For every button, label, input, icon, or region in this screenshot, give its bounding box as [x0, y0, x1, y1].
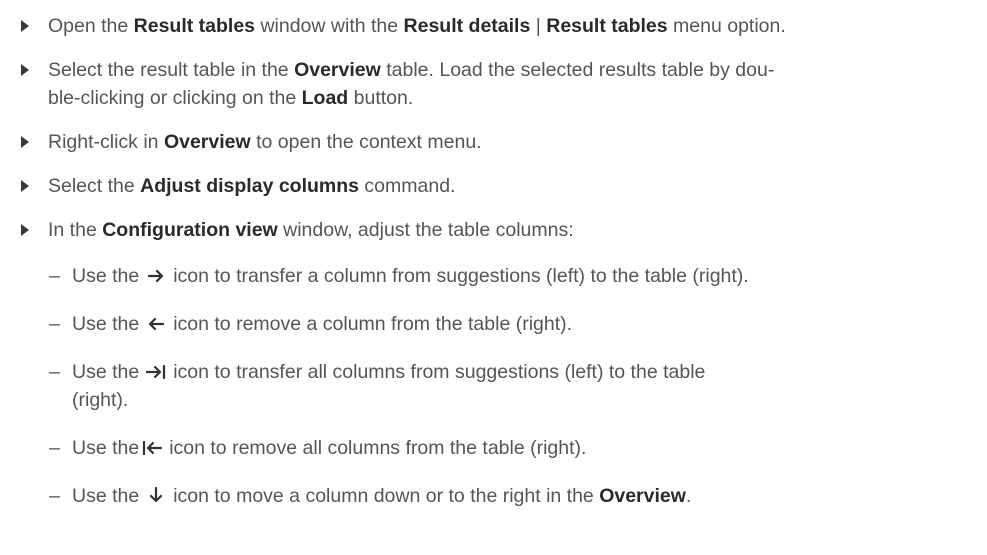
bullet-triangle-icon [21, 136, 29, 148]
arrow-left-from-bar-icon [141, 438, 163, 456]
step-1-text: Open the Result tables window with the R… [48, 15, 786, 37]
arrow-down-icon [145, 486, 167, 504]
arrow-right-icon [145, 266, 167, 284]
substep-3-text: Use the icon to transfer all columns from… [72, 361, 706, 383]
substep-1-text: Use the icon to transfer a column from su… [72, 265, 749, 287]
bullet-triangle-icon [21, 64, 29, 76]
substep-4-text: Use the icon to remove all columns from t… [72, 437, 587, 459]
instructions-document: Open the Result tables window with the R… [0, 0, 987, 555]
dash-bullet: – [49, 313, 60, 335]
step-4-text: Select the Adjust display columns comman… [48, 175, 456, 197]
dash-bullet: – [49, 265, 60, 287]
step-3-text: Right-click in Overview to open the cont… [48, 131, 482, 153]
arrow-left-icon [145, 314, 167, 332]
substep-5-text: Use the icon to move a column down or to … [72, 485, 692, 507]
dash-bullet: – [49, 361, 60, 383]
substep-2-text: Use the icon to remove a column from the … [72, 313, 573, 335]
step-2-text-line-2: ble-clicking or clicking on the Load but… [48, 87, 414, 109]
step-2-text: Select the result table in the Overview … [48, 59, 775, 81]
substep-3-text-line-2: (right). [72, 389, 129, 411]
dash-bullet: – [49, 437, 60, 459]
bullet-triangle-icon [21, 180, 29, 192]
step-5-text: In the Configuration view window, adjust… [48, 219, 574, 241]
arrow-right-to-bar-icon [145, 362, 167, 380]
bullet-triangle-icon [21, 20, 29, 32]
bullet-triangle-icon [21, 224, 29, 236]
dash-bullet: – [49, 485, 60, 507]
